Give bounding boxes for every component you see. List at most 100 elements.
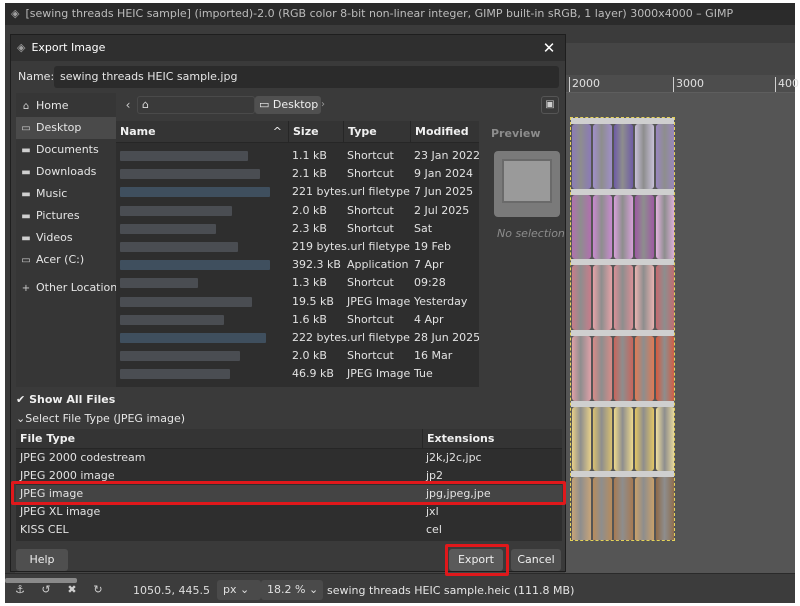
delete-icon[interactable]: ✖ (65, 583, 79, 597)
place-pictures[interactable]: ▬ Pictures (16, 205, 116, 227)
column-type[interactable]: Type (343, 121, 410, 143)
pointer-coordinates: 1050.5, 445.5 (133, 584, 210, 597)
ruler-mark: 400 (775, 77, 799, 92)
zoom-select[interactable]: 18.2 % ⌄ (261, 580, 323, 600)
place-documents[interactable]: ▬ Documents (16, 139, 116, 161)
file-row[interactable]: 2.0 kB Shortcut 2 Jul 2025 (116, 202, 479, 220)
file-size: 222 bytes (292, 331, 347, 344)
file-row[interactable]: 1.3 kB Shortcut 09:28 (116, 274, 479, 292)
blurred-filename (120, 260, 270, 271)
create-folder-button[interactable]: ▣ (541, 96, 559, 114)
blurred-filename (120, 205, 232, 216)
file-row[interactable]: 222 bytes .url filetype 28 Jun 2025 (116, 329, 479, 347)
plus-icon: + (21, 283, 31, 294)
file-size: 221 bytes (292, 185, 347, 199)
status-file-info: sewing threads HEIC sample.heic (111.8 M… (327, 584, 575, 597)
help-button[interactable]: Help (16, 549, 68, 571)
file-row[interactable]: 46.9 kB JPEG Image Tue (116, 365, 479, 383)
blurred-filename (120, 278, 198, 289)
unit-select[interactable]: px ⌄ (217, 580, 261, 600)
place-music[interactable]: ▬ Music (16, 183, 116, 205)
column-extensions[interactable]: Extensions (422, 429, 494, 449)
file-type: Shortcut (347, 312, 394, 326)
place-other-locations[interactable]: + Other Locations (16, 277, 123, 299)
zoom-value: 18.2 % (267, 583, 306, 596)
file-type-row[interactable]: JPEG XL image jxl (16, 503, 562, 521)
path-forward-button[interactable]: › (321, 96, 331, 114)
blurred-filename (120, 187, 270, 198)
place-home[interactable]: ⌂ Home (16, 95, 116, 117)
preview-label: Preview (491, 127, 541, 140)
place-label: Other Locations (36, 281, 123, 294)
sort-asc-icon: ^ (272, 125, 282, 138)
gimp-title: [sewing threads HEIC sample] (imported)-… (25, 7, 734, 20)
dialog-title: Export Image (31, 41, 106, 54)
place-acer-c[interactable]: ▭ Acer (C:) (16, 249, 116, 271)
checkmark-icon: ✔ (16, 393, 26, 406)
place-desktop[interactable]: ▭ Desktop (16, 117, 116, 139)
export-image-dialog: ◈ Export Image ✕ Name: sewing threads HEI… (10, 34, 566, 576)
place-downloads[interactable]: ▬ Downloads (16, 161, 116, 183)
blurred-filename (120, 223, 216, 234)
unit-value: px (223, 583, 237, 596)
cancel-button[interactable]: Cancel (511, 549, 561, 571)
blurred-filename (120, 314, 224, 325)
file-type: Shortcut (347, 276, 394, 290)
close-icon[interactable]: ✕ (541, 35, 557, 61)
file-row[interactable]: 1.6 kB Shortcut 4 Apr (116, 311, 479, 329)
place-label: Desktop (36, 121, 82, 134)
tool-preset-icon[interactable]: ⚓ (13, 583, 27, 597)
file-type-name: JPEG 2000 codestream (20, 451, 146, 464)
place-label: Documents (36, 143, 99, 156)
home-icon: ⌂ (22, 101, 30, 112)
file-type: JPEG Image (347, 384, 410, 387)
column-size[interactable]: Size (288, 121, 343, 143)
thread-spools-image (570, 117, 675, 541)
file-modified: 28 Jun 2025 (414, 331, 479, 344)
file-modified: 16 Mar (414, 349, 453, 363)
horizontal-scrollbar[interactable] (5, 578, 77, 583)
ruler-mark: 3000 (673, 77, 704, 92)
file-row[interactable]: 2.0 kB Shortcut 16 Mar (116, 347, 479, 365)
file-list[interactable]: Name ^ Size Type Modified 1.1 kB Shortcut 2… (116, 121, 479, 387)
column-modified[interactable]: Modified (410, 121, 479, 143)
preview-empty-text: No selection (497, 227, 565, 240)
file-row[interactable]: 2.3 kB Shortcut Sat (116, 220, 479, 238)
column-file-type[interactable]: File Type (16, 429, 75, 449)
file-row[interactable]: 219 bytes .url filetype 19 Feb (116, 238, 479, 256)
place-label: Videos (36, 231, 73, 244)
folder-icon: ▭ (259, 98, 270, 111)
file-type: Shortcut (347, 167, 394, 181)
file-row[interactable]: 221 bytes .url filetype 7 Jun 2025 (116, 183, 479, 201)
chevron-down-icon: ⌄ (308, 583, 319, 596)
file-size: 46.9 kB (292, 367, 334, 381)
reset-icon[interactable]: ↻ (91, 583, 105, 597)
place-label: Pictures (36, 209, 80, 222)
column-name[interactable]: Name ^ (116, 121, 288, 143)
file-row[interactable]: 392.3 kB Application 7 Apr (116, 256, 479, 274)
place-videos[interactable]: ▬ Videos (16, 227, 116, 249)
path-back-button[interactable]: ‹ (120, 96, 136, 114)
image-placeholder-icon (494, 151, 560, 217)
image-canvas[interactable] (565, 93, 795, 573)
file-row[interactable]: 1.1 kB Shortcut 23 Jan 2022 (116, 147, 479, 165)
file-row[interactable]: 19.5 kB JPEG Image Yesterday (116, 293, 479, 311)
filename-input[interactable]: sewing threads HEIC sample.jpg (54, 66, 559, 88)
file-modified: Yesterday (414, 294, 468, 308)
file-row[interactable]: 2.1 kB Shortcut 9 Jan 2024 (116, 165, 479, 183)
file-row[interactable]: 48.7 kB JPEG Image Tue (116, 384, 479, 387)
chevron-down-icon: ⌄ (16, 412, 26, 425)
file-modified: 2 Jul 2025 (414, 203, 470, 217)
undo-icon[interactable]: ↺ (39, 583, 53, 597)
file-size: 19.5 kB (292, 294, 334, 308)
path-home-button[interactable]: ⌂ (137, 96, 255, 114)
show-all-label: Show All Files (29, 393, 116, 406)
select-file-type-expander[interactable]: ⌄Select File Type (JPEG image) (16, 412, 185, 425)
place-label: Acer (C:) (36, 253, 85, 266)
file-type-row[interactable]: KISS CEL cel (16, 521, 562, 539)
file-modified: Tue (414, 384, 433, 387)
show-all-files-checkbox[interactable]: ✔ Show All Files (16, 393, 115, 406)
path-desktop-button[interactable]: ▭ Desktop (255, 96, 321, 114)
file-type-row[interactable]: JPEG 2000 codestream j2k,j2c,jpc (16, 449, 562, 467)
new-folder-icon: ▣ (545, 99, 555, 110)
